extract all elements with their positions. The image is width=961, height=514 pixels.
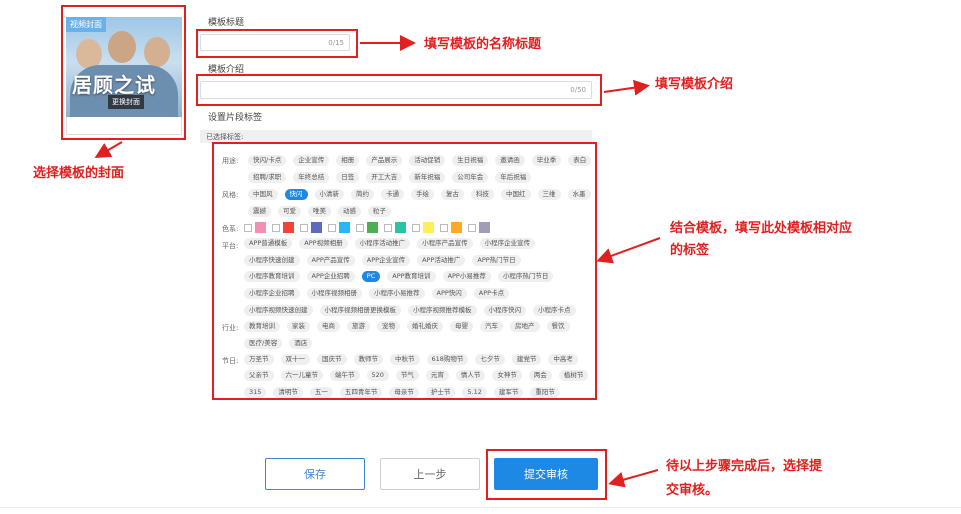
annotation-box-title [196,29,358,58]
tags-label: 设置片段标签 [208,113,263,123]
annotation-submit-2: 交审核。 [666,483,719,498]
previous-step-button[interactable]: 上一步 [380,458,480,490]
annotation-cover: 选择模板的封面 [33,166,125,181]
annotation-box-intro [196,74,602,106]
arrow-tags [596,237,661,264]
title-label: 模板标题 [208,18,245,28]
annotation-box-submit [486,449,607,500]
bottom-divider [0,507,961,508]
annotation-submit-1: 待以上步骤完成后，选择提 [666,459,823,474]
annotation-title: 填写模板的名称标题 [424,37,542,52]
arrow-intro [603,79,650,96]
arrow-cover [94,141,123,159]
annotation-tags-1: 结合模板，填写此处模板相对应 [670,221,853,236]
arrow-submit [608,469,659,488]
save-button[interactable]: 保存 [265,458,365,490]
annotation-tags-2: 的标签 [670,243,710,258]
selected-tags-label: 已选择标签: [206,133,244,141]
annotation-box-cover [61,5,186,140]
annotation-box-tags [212,142,597,400]
annotation-intro: 填写模板介绍 [655,77,734,92]
